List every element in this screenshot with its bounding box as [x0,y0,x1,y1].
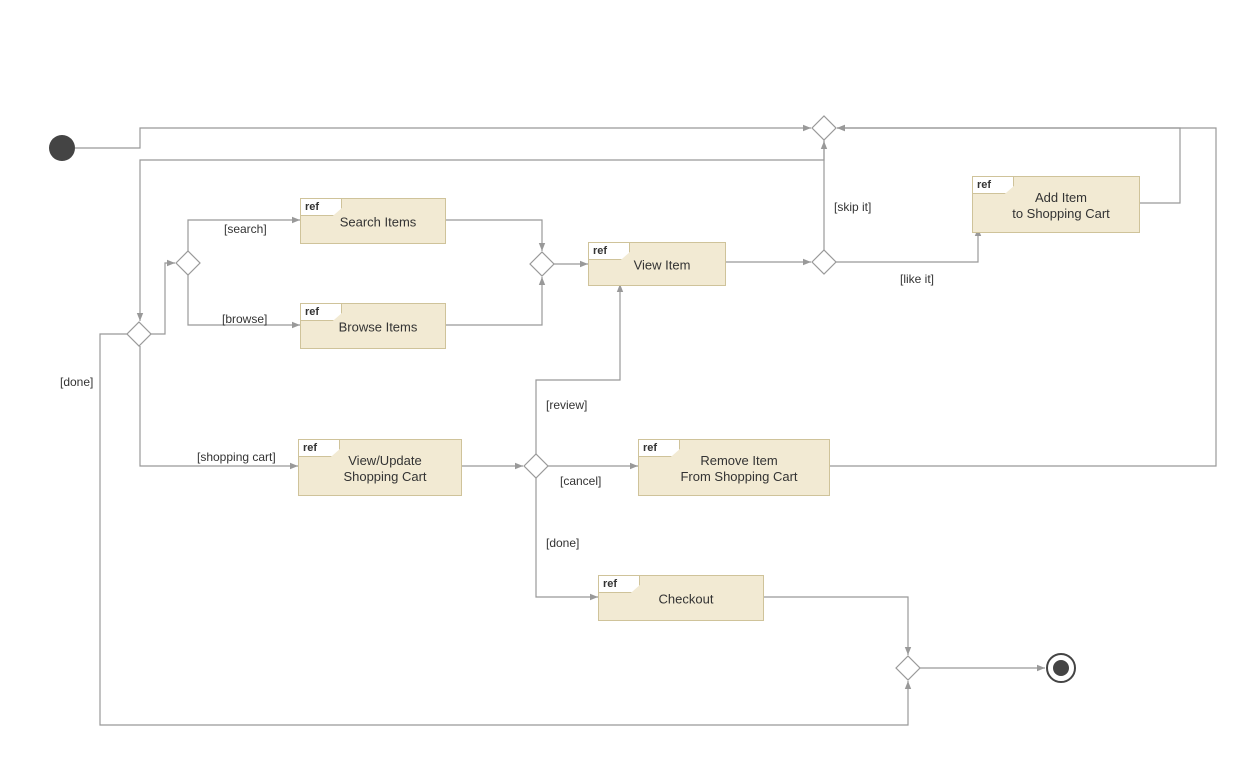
edge-likeit [836,228,978,262]
decision-cart [524,454,548,478]
guard-like-it: [like it] [900,272,934,286]
guard-done-main: [done] [60,375,93,389]
merge-end [896,656,920,680]
ref-label: Checkout [599,591,763,607]
decision-search-browse [176,251,200,275]
ref-label: Browse Items [301,319,445,335]
edge-search-to-mergeview [444,220,542,251]
ref-tag: ref [300,303,342,321]
merge-top [812,116,836,140]
edge-main-to-cart [140,346,298,466]
ref-label: View/Update Shopping Cart [299,453,461,484]
ref-add-item: ref Add Item to Shopping Cart [972,176,1140,233]
guard-review: [review] [546,398,587,412]
ref-view-update-cart: ref View/Update Shopping Cart [298,439,462,496]
ref-label: Add Item to Shopping Cart [973,190,1139,221]
ref-checkout: ref Checkout [598,575,764,621]
final-node [1047,654,1075,682]
ref-label: View Item [589,257,725,273]
guard-done-cart: [done] [546,536,579,550]
edge-main-to-sb [151,263,175,334]
ref-tag: ref [300,198,342,216]
ref-label: Remove Item From Shopping Cart [639,453,829,484]
merge-view [530,252,554,276]
ref-browse-items: ref Browse Items [300,303,446,349]
ref-view-item: ref View Item [588,242,726,286]
guard-shopping-cart: [shopping cart] [197,450,276,464]
decision-like [812,250,836,274]
ref-search-items: ref Search Items [300,198,446,244]
guard-search: [search] [224,222,267,236]
decision-main [127,322,151,346]
guard-skip-it: [skip it] [834,200,871,214]
initial-node [49,135,75,161]
edge-browse-to-mergeview [444,277,542,325]
edge-main-done [100,334,908,725]
guard-browse: [browse] [222,312,267,326]
ref-label: Search Items [301,214,445,230]
edge-initial-to-top [75,128,811,148]
edge-review [536,284,620,454]
edge-checkout-to-end [762,597,908,655]
guard-cancel: [cancel] [560,474,601,488]
ref-tag: ref [598,575,640,593]
activity-diagram [0,0,1254,770]
ref-remove-item: ref Remove Item From Shopping Cart [638,439,830,496]
